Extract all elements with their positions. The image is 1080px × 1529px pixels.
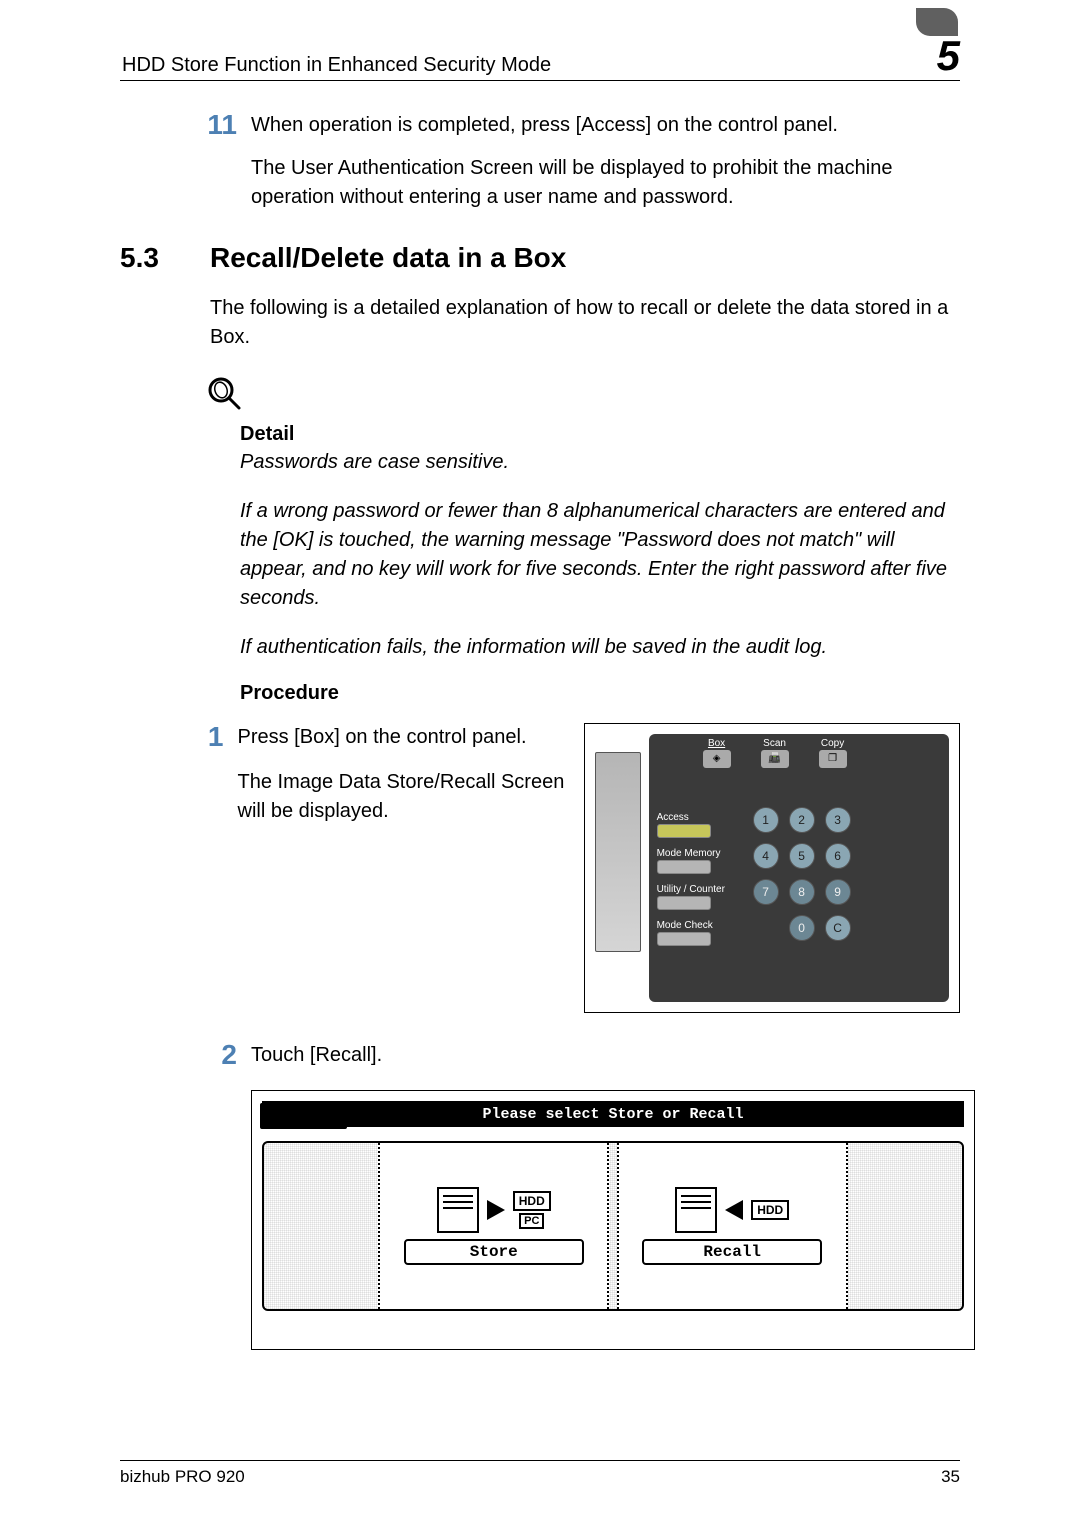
printer-icon [675,1187,717,1233]
key-6[interactable]: 6 [825,843,851,869]
step-11-follow: The User Authentication Screen will be d… [251,154,960,212]
store-button-label: Store [404,1239,584,1265]
mode-check-button[interactable]: Mode Check [657,920,747,946]
arrow-right-icon [487,1200,505,1220]
copy-tab[interactable]: Copy ❐ [819,738,847,768]
key-c[interactable]: C [825,915,851,941]
procedure-heading: Procedure [240,682,960,705]
scan-tab-label: Scan [763,738,786,749]
copy-tab-icon: ❐ [819,750,847,768]
step-1-follow: The Image Data Store/Recall Screen will … [238,768,566,826]
step-number: 11 [195,111,251,140]
hdd-label: HDD [751,1200,789,1220]
page-footer: bizhub PRO 920 35 [120,1460,960,1487]
detail-line-2: If a wrong password or fewer than 8 alph… [240,497,960,613]
access-label: Access [657,812,747,823]
section-number: 5.3 [120,242,210,274]
box-tab-label: Box [708,738,725,749]
box-tab[interactable]: Box ◈ [703,738,731,768]
footer-page-number: 35 [941,1467,960,1487]
key-0[interactable]: 0 [789,915,815,941]
mode-check-label: Mode Check [657,920,747,931]
access-key-icon [657,824,711,838]
step-number: 1 [195,723,238,1013]
key-1[interactable]: 1 [753,807,779,833]
key-2[interactable]: 2 [789,807,815,833]
mode-memory-button[interactable]: Mode Memory [657,848,747,874]
key-4[interactable]: 4 [753,843,779,869]
step-1-text: Press [Box] on the control panel. [238,723,566,752]
recall-pane[interactable]: HDD Recall [617,1143,848,1309]
section-heading: 5.3 Recall/Delete data in a Box [120,242,960,274]
section-intro: The following is a detailed explanation … [210,294,960,352]
step-2-text: Touch [Recall]. [251,1041,960,1070]
store-pane[interactable]: HDD PC Store [378,1143,609,1309]
screen-title-text: Please select Store or Recall [482,1106,743,1123]
detail-heading: Detail [240,423,960,446]
scan-tab[interactable]: Scan 📠 [761,738,789,768]
magnifier-icon [205,374,960,419]
key-9[interactable]: 9 [825,879,851,905]
control-panel-figure: Box ◈ Scan 📠 Copy ❐ Access [584,723,960,1013]
step-11: 11 When operation is completed, press [A… [195,111,960,140]
copy-tab-label: Copy [821,738,844,749]
key-5[interactable]: 5 [789,843,815,869]
step-2: 2 Touch [Recall]. [195,1041,960,1070]
step-number: 2 [195,1041,251,1070]
store-recall-screen-figure: Job List Please select Store or Recall H… [251,1090,975,1350]
header-title: HDD Store Function in Enhanced Security … [120,54,551,77]
utility-label: Utility / Counter [657,884,747,895]
detail-line-1: Passwords are case sensitive. [240,448,960,477]
section-title: Recall/Delete data in a Box [210,242,566,274]
scan-tab-icon: 📠 [761,750,789,768]
key-8[interactable]: 8 [789,879,815,905]
detail-line-3: If authentication fails, the information… [240,633,960,662]
page-corner-decoration [916,8,958,36]
chapter-number: 5 [937,35,960,77]
utility-key-icon [657,896,711,910]
page-header: HDD Store Function in Enhanced Security … [120,35,960,81]
printer-icon [437,1187,479,1233]
access-button[interactable]: Access [657,812,747,838]
key-3[interactable]: 3 [825,807,851,833]
hdd-label: HDD [513,1191,551,1211]
footer-product-name: bizhub PRO 920 [120,1467,245,1487]
screen-title-bar: Please select Store or Recall [262,1101,964,1127]
key-7[interactable]: 7 [753,879,779,905]
mode-check-key-icon [657,932,711,946]
numeric-keypad: 1 2 3 4 5 6 7 8 9 0 C [753,742,851,994]
step-text: When operation is completed, press [Acce… [251,111,960,140]
pc-label: PC [519,1213,544,1229]
arrow-left-icon [725,1200,743,1220]
mode-memory-key-icon [657,860,711,874]
mode-memory-label: Mode Memory [657,848,747,859]
box-tab-icon: ◈ [703,750,731,768]
recall-button-label: Recall [642,1239,822,1265]
utility-counter-button[interactable]: Utility / Counter [657,884,747,910]
panel-lcd [595,752,641,952]
